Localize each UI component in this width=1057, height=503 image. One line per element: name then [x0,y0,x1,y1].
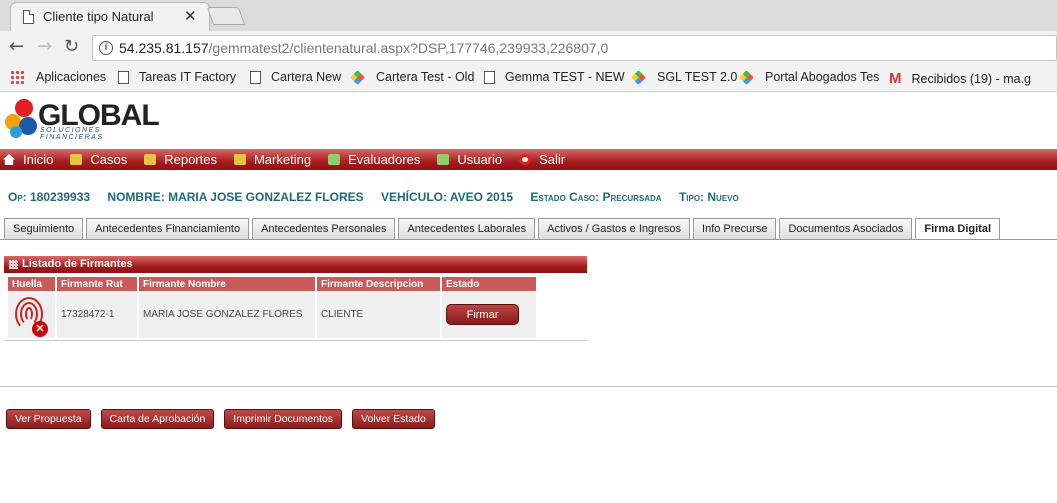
page-icon [250,70,261,84]
menu-item-reportes[interactable]: Reportes [144,152,217,167]
page-icon [118,70,129,84]
bookmark-gemma-test[interactable]: Gemma TEST - NEW [484,70,625,84]
firmar-button[interactable]: Firmar [446,304,519,325]
tab-antecedentes-laborales[interactable]: Antecedentes Laborales [398,218,536,239]
url-text: 54.235.81.157/gemmatest2/clientenatural.… [119,40,608,56]
case-estado: Estado Caso: Precursada [530,190,662,204]
error-x-icon: ✕ [32,320,48,337]
reload-icon[interactable]: ↻ [64,36,79,57]
tab-documentos-asociados[interactable]: Documentos Asociados [779,218,913,239]
rut-cell: 17328472-1 [57,291,137,338]
menu-item-usuario[interactable]: Usuario [437,152,502,167]
menu-item-casos[interactable]: Casos [70,152,127,167]
back-arrow-icon[interactable]: ← [9,36,24,57]
tab-seguimiento[interactable]: Seguimiento [4,218,84,239]
case-tipo: Tipo: Nuevo [678,190,739,204]
fingerprint-icon: ✕ [12,295,48,337]
folder-icon [144,154,157,165]
firmantes-header: Listado de Firmantes [4,256,587,273]
browser-toolbar: ← → ↻ i 54.235.81.157/gemmatest2/cliente… [0,31,1057,64]
tab-activos-gastos-ingresos[interactable]: Activos / Gastos e Ingresos [538,218,691,239]
column-header-estado: Estado [442,277,536,291]
volver-estado-button[interactable]: Volver Estado [352,409,435,429]
case-tabs: Seguimiento Antecedentes Financiamiento … [4,218,1003,240]
browser-tab-strip: Cliente tipo Natural ✕ [0,0,1057,31]
apps-icon [10,70,24,84]
descripcion-cell: CLIENTE [317,291,440,338]
bookmark-cartera-test[interactable]: Cartera Test - Old [350,69,474,85]
divider [4,340,587,341]
case-summary: Op: 180239933 NOMBRE: MARIA JOSE GONZALE… [8,190,753,204]
table-row: ✕ 17328472-1 MARIA JOSE GONZALEZ FLORES … [8,291,536,338]
star-icon [631,69,646,85]
tab-antecedentes-personales[interactable]: Antecedentes Personales [252,218,396,239]
exit-icon [519,154,532,165]
bookmark-cartera-new[interactable]: Cartera New [250,70,341,84]
carta-aprobacion-button[interactable]: Carta de Aprobación [100,409,215,429]
forward-arrow-icon[interactable]: → [37,36,52,57]
column-header-descripcion: Firmante Descripcion [317,277,440,291]
user-icon [437,154,450,165]
action-bar: Ver Propuesta Carta de Aprobación Imprim… [6,409,445,429]
huella-cell: ✕ [8,291,55,338]
bookmarks-bar: Aplicaciones Tareas IT Factory Cartera N… [0,64,1057,92]
tab-firma-digital[interactable]: Firma Digital [915,218,1001,240]
ver-propuesta-button[interactable]: Ver Propuesta [6,409,91,429]
tab-antecedentes-financiamiento[interactable]: Antecedentes Financiamiento [86,218,250,239]
new-tab-button[interactable] [206,7,246,25]
bookmark-recibidos[interactable]: M Recibidos (19) - ma.g [889,70,1031,87]
home-icon [3,154,15,165]
main-menu: Inicio Casos Reportes Marketing Evaluado… [0,149,1057,170]
table-header-row: Huella Firmante Rut Firmante Nombre Firm… [8,277,536,291]
evaluators-icon [328,154,341,165]
address-bar[interactable]: i 54.235.81.157/gemmatest2/clientenatura… [92,35,1057,61]
column-header-nombre: Firmante Nombre [139,277,315,291]
logo-mark-icon [5,99,37,138]
column-header-huella: Huella [8,277,55,291]
global-logo: GLOBAL SOLUCIONES FINANCIERAS [0,94,160,146]
menu-item-evaluadores[interactable]: Evaluadores [328,152,420,167]
menu-item-inicio[interactable]: Inicio [3,152,53,167]
bookmark-aplicaciones[interactable]: Aplicaciones [10,70,106,84]
case-op: Op: 180239933 [8,190,91,204]
page-icon [23,10,34,24]
mail-icon [233,154,246,165]
url-host: 54.235.81.157 [119,40,209,56]
bookmark-portal-abogados[interactable]: Portal Abogados Tes [739,69,879,85]
firmantes-table: Huella Firmante Rut Firmante Nombre Firm… [6,277,538,338]
browser-tab-title: Cliente tipo Natural [43,9,154,24]
imprimir-documentos-button[interactable]: Imprimir Documentos [224,409,343,429]
browser-tab[interactable]: Cliente tipo Natural ✕ [10,2,210,31]
menu-item-marketing[interactable]: Marketing [233,152,311,167]
firmantes-title: Listado de Firmantes [22,258,133,270]
estado-cell: Firmar [442,291,536,338]
star-icon [739,69,754,85]
logo-tagline: SOLUCIONES FINANCIERAS [40,127,104,141]
star-icon [350,69,365,85]
tab-info-precurse[interactable]: Info Precurse [693,218,777,239]
nombre-cell: MARIA JOSE GONZALEZ FLORES [139,291,315,338]
bookmark-sgl-test[interactable]: SGL TEST 2.0 [631,69,737,85]
info-icon[interactable]: i [99,41,113,55]
case-nombre: NOMBRE: MARIA JOSE GONZALEZ FLORES [107,190,364,204]
close-icon[interactable]: ✕ [184,7,197,25]
column-header-rut: Firmante Rut [57,277,137,291]
grid-icon [9,260,18,269]
gmail-icon: M [889,70,902,87]
bookmark-tareas[interactable]: Tareas IT Factory [118,70,236,84]
folder-icon [70,154,83,165]
url-path: /gemmatest2/clientenatural.aspx?DSP,1777… [208,40,609,56]
page-icon [484,70,495,84]
case-vehiculo: VEHÍCULO: AVEO 2015 [381,190,514,204]
menu-item-salir[interactable]: Salir [519,152,565,167]
